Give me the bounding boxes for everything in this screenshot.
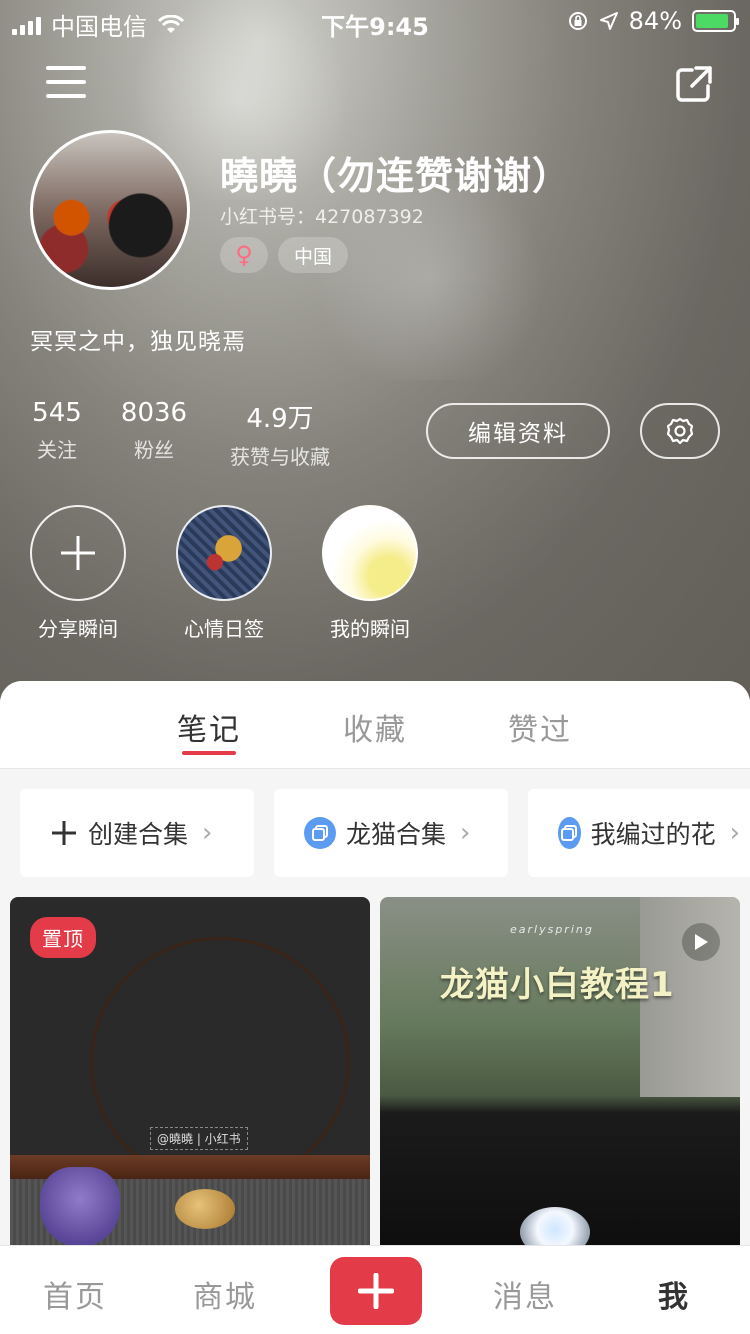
profile-tags: ♀ 中国 bbox=[220, 237, 349, 273]
add-moment-circle[interactable] bbox=[30, 505, 126, 601]
card-subtitle: earlyspring bbox=[510, 923, 594, 936]
collections-row: 创建合集 › 龙猫合集 › 我编过的花 › bbox=[20, 789, 750, 877]
collection-card[interactable]: 龙猫合集 › bbox=[274, 789, 508, 877]
status-bar: 中国电信 下午9:45 84% bbox=[0, 0, 750, 42]
stat-label: 粉丝 bbox=[134, 438, 174, 462]
moment-label: 我的瞬间 bbox=[330, 617, 410, 641]
moment-share[interactable]: 分享瞬间 bbox=[30, 505, 126, 642]
gear-icon bbox=[666, 417, 694, 445]
note-card[interactable]: earlyspring 龙猫小白教程1 bbox=[380, 897, 740, 1257]
collection-label: 创建合集 bbox=[88, 820, 189, 849]
collection-label: 龙猫合集 bbox=[346, 820, 447, 849]
edit-profile-button[interactable]: 编辑资料 bbox=[426, 403, 610, 459]
chevron-right-icon: › bbox=[729, 818, 740, 848]
region-badge: 中国 bbox=[278, 237, 349, 273]
add-post-button[interactable] bbox=[330, 1257, 422, 1325]
moment-thumbnail[interactable] bbox=[176, 505, 272, 601]
chevron-right-icon: › bbox=[202, 818, 213, 848]
stat-value: 8036 bbox=[120, 398, 188, 428]
collection-label: 我编过的花 bbox=[590, 820, 716, 849]
tab-collections[interactable]: 收藏 bbox=[343, 705, 407, 749]
create-collection-button[interactable]: 创建合集 › bbox=[20, 789, 254, 877]
chevron-right-icon: › bbox=[460, 818, 471, 848]
note-card[interactable]: @曉曉 | 小红书 置顶 bbox=[10, 897, 370, 1257]
avatar[interactable] bbox=[30, 130, 190, 290]
profile-tabs: 笔记 收藏 赞过 bbox=[0, 681, 750, 769]
settings-button[interactable] bbox=[640, 403, 720, 459]
rotation-lock-icon bbox=[568, 12, 587, 30]
bottom-navigation: 首页 商城 消息 我 bbox=[0, 1245, 750, 1334]
moment-thumbnail[interactable] bbox=[322, 505, 418, 601]
profile-header: 中国电信 下午9:45 84% 曉曉（勿连赞谢谢） 小红书号：427087392… bbox=[0, 0, 750, 700]
stat-value: 545 bbox=[32, 398, 82, 428]
menu-button[interactable] bbox=[46, 66, 86, 100]
collection-icon bbox=[558, 817, 581, 849]
collection-icon bbox=[304, 817, 336, 849]
active-tab-indicator bbox=[182, 751, 236, 755]
share-icon[interactable] bbox=[674, 64, 714, 104]
moment-mood[interactable]: 心情日签 bbox=[176, 505, 272, 642]
tab-notes[interactable]: 笔记 bbox=[177, 705, 241, 749]
moment-label: 分享瞬间 bbox=[38, 617, 118, 641]
stat-label: 获赞与收藏 bbox=[230, 445, 330, 469]
profile-bio: 冥冥之中，独见晓焉 bbox=[30, 329, 246, 355]
nav-me[interactable]: 我 bbox=[658, 1272, 690, 1316]
moment-mine[interactable]: 我的瞬间 bbox=[322, 505, 418, 642]
gem-image bbox=[175, 1189, 235, 1229]
nav-home[interactable]: 首页 bbox=[43, 1272, 107, 1316]
battery-icon bbox=[692, 10, 739, 32]
stat-label: 关注 bbox=[37, 438, 77, 462]
nav-mall[interactable]: 商城 bbox=[193, 1272, 257, 1316]
stat-likes[interactable]: 4.9万 获赞与收藏 bbox=[224, 398, 336, 470]
plus-icon bbox=[52, 821, 76, 845]
stat-followers[interactable]: 8036 粉丝 bbox=[118, 398, 190, 470]
stat-following[interactable]: 545 关注 bbox=[30, 398, 84, 470]
image-watermark: @曉曉 | 小红书 bbox=[150, 1127, 248, 1150]
plus-icon bbox=[358, 1273, 394, 1309]
play-icon bbox=[682, 923, 720, 961]
plus-icon bbox=[61, 536, 95, 570]
profile-name: 曉曉（勿连赞谢谢） bbox=[220, 154, 572, 198]
pinned-badge: 置顶 bbox=[30, 917, 96, 958]
nav-messages[interactable]: 消息 bbox=[493, 1272, 557, 1316]
profile-stats: 545 关注 8036 粉丝 4.9万 获赞与收藏 bbox=[30, 398, 336, 470]
stat-value: 4.9万 bbox=[246, 404, 314, 434]
profile-id: 小红书号：427087392 bbox=[220, 206, 424, 228]
content-panel: 笔记 收藏 赞过 创建合集 › 龙猫合集 › 我编过的花 › @曉曉 | 小红书… bbox=[0, 681, 750, 1334]
flower-image bbox=[40, 1167, 120, 1247]
card-title: 龙猫小白教程1 bbox=[440, 965, 675, 1005]
tab-liked[interactable]: 赞过 bbox=[508, 705, 572, 749]
gender-badge: ♀ bbox=[220, 237, 268, 273]
moment-label: 心情日签 bbox=[184, 617, 264, 641]
battery-percent: 84% bbox=[628, 7, 682, 35]
location-icon bbox=[599, 12, 618, 30]
collection-card[interactable]: 我编过的花 › bbox=[528, 789, 750, 877]
